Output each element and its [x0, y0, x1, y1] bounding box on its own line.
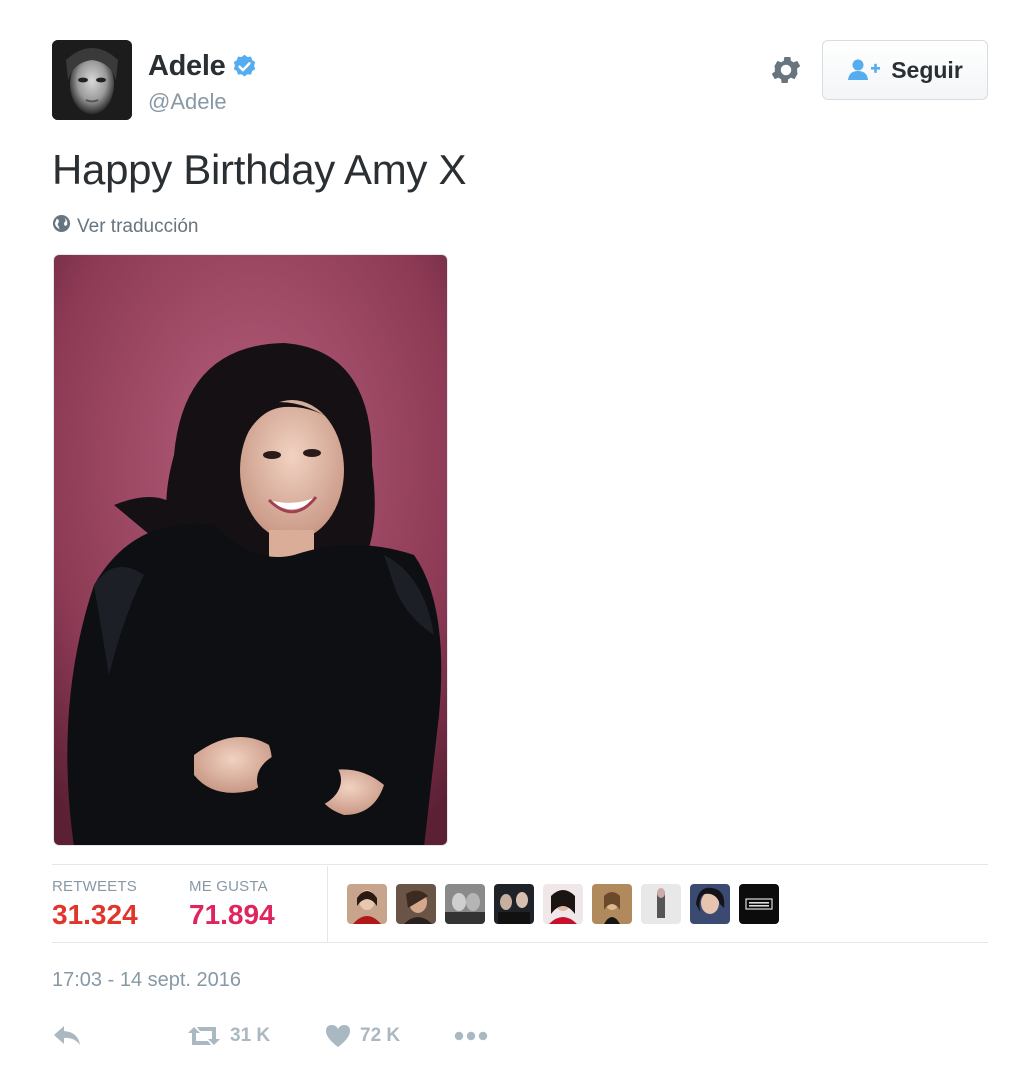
retweets-stat[interactable]: RETWEETS 31.324	[52, 878, 138, 931]
tweet-actions: 31 K 72 K	[52, 1018, 488, 1054]
liker-avatar[interactable]	[739, 884, 779, 924]
liker-avatar[interactable]	[690, 884, 730, 924]
follow-button-label: Seguir	[891, 56, 963, 83]
likers-avatars	[347, 884, 779, 924]
user-name[interactable]: Adele	[148, 50, 226, 83]
retweets-value: 31.324	[52, 899, 138, 930]
tweet-photo[interactable]	[53, 254, 448, 846]
tweet-timestamp[interactable]: 17:03 - 14 sept. 2016	[52, 969, 241, 992]
likes-label: ME GUSTA	[189, 878, 268, 895]
gear-icon[interactable]	[768, 52, 804, 88]
liker-avatar[interactable]	[445, 884, 485, 924]
liker-avatar[interactable]	[396, 884, 436, 924]
liker-avatar[interactable]	[592, 884, 632, 924]
liker-avatar[interactable]	[641, 884, 681, 924]
more-dots-icon	[454, 1030, 488, 1042]
user-handle[interactable]: @Adele	[148, 89, 227, 115]
globe-icon	[52, 214, 71, 239]
like-button[interactable]: 72 K	[324, 1023, 454, 1049]
liker-avatar[interactable]	[543, 884, 583, 924]
more-button[interactable]	[454, 1030, 488, 1042]
tweet-card: Adele @Adele Seguir Happy Birthday Amy X	[0, 0, 1024, 1081]
retweet-button[interactable]: 31 K	[186, 1023, 324, 1049]
stats-divider-bottom	[52, 942, 988, 943]
retweet-count: 31 K	[230, 1025, 271, 1046]
liker-avatar[interactable]	[347, 884, 387, 924]
add-user-icon	[847, 58, 881, 82]
verified-badge-icon	[231, 53, 258, 80]
tweet-text: Happy Birthday Amy X	[52, 146, 467, 193]
translate-label: Ver traducción	[77, 215, 199, 237]
like-count: 72 K	[360, 1025, 401, 1046]
user-name-row[interactable]: Adele	[148, 50, 258, 83]
liker-avatar[interactable]	[494, 884, 534, 924]
likes-stat[interactable]: ME GUSTA 71.894	[189, 878, 275, 931]
reply-button[interactable]	[52, 1023, 186, 1049]
user-avatar[interactable]	[52, 40, 132, 120]
stats-divider-vertical	[327, 866, 328, 942]
stats-divider-top	[52, 864, 988, 865]
translate-link[interactable]: Ver traducción	[52, 214, 198, 239]
follow-button[interactable]: Seguir	[822, 40, 988, 100]
reply-icon	[52, 1023, 82, 1049]
likes-value: 71.894	[189, 899, 275, 930]
retweets-label: RETWEETS	[52, 878, 137, 895]
heart-icon	[324, 1023, 352, 1049]
retweet-icon	[186, 1023, 222, 1049]
